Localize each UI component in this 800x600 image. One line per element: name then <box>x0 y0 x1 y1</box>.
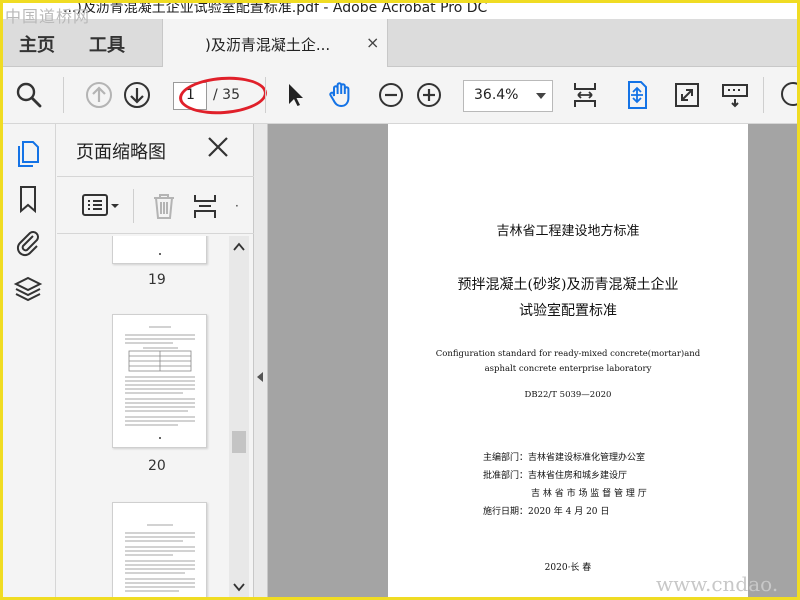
acrobat-window: ...)及沥青混凝土企业试验室配置标准.pdf - Adobe Acrobat … <box>3 3 797 597</box>
scrollbar-thumb[interactable] <box>232 431 246 453</box>
zoom-level-select[interactable]: 36.4% <box>463 80 553 112</box>
doc-org-title: 吉林省工程建设地方标准 <box>496 224 640 239</box>
page-thumbnails-icon[interactable] <box>13 138 43 168</box>
panel-separator <box>133 189 134 223</box>
doc-title-line1: 预拌混凝土(砂浆)及沥青混凝土企业 <box>457 277 679 293</box>
document-tab[interactable]: )及沥青混凝土企... × <box>162 19 388 67</box>
page-size-icon[interactable] <box>191 191 221 221</box>
document-view[interactable]: 吉林省工程建设地方标准 预拌混凝土(砂浆)及沥青混凝土企业 试验室配置标准 Co… <box>254 124 797 597</box>
close-panel-icon[interactable] <box>205 134 231 160</box>
doc-date: 施行日期：2020 年 4 月 20 日 <box>483 507 610 517</box>
pdf-page: 吉林省工程建设地方标准 预拌混凝土(砂浆)及沥青混凝土企业 试验室配置标准 Co… <box>388 124 748 597</box>
red-circle-annotation <box>177 73 269 118</box>
zoom-in-icon[interactable] <box>413 79 445 111</box>
options-menu-icon[interactable] <box>81 191 121 221</box>
scroll-up-icon[interactable] <box>233 242 245 252</box>
watermark-bottom: www.cndao. <box>656 572 779 596</box>
zoom-out-icon[interactable] <box>375 79 407 111</box>
keyboard-icon[interactable] <box>719 79 751 111</box>
doc-dept1: 主编部门：吉林省建设标准化管理办公室 <box>483 453 646 463</box>
close-tab-icon[interactable]: × <box>366 33 379 52</box>
hand-tool-icon[interactable] <box>325 79 357 111</box>
thumbnail-number: 19 <box>148 272 166 288</box>
title-bar: ...)及沥青混凝土企业试验室配置标准.pdf - Adobe Acrobat … <box>3 3 797 19</box>
thumbnail-page-20[interactable] <box>112 314 207 448</box>
panel-toolbar: · <box>57 176 254 234</box>
watermark-top: 中国道桥网 <box>5 7 91 26</box>
search-icon[interactable] <box>13 79 45 111</box>
chevron-down-icon <box>536 93 546 99</box>
toolbar-separator <box>265 77 266 113</box>
thumbnail-page-21[interactable] <box>112 502 207 597</box>
doc-code: DB22/T 5039—2020 <box>524 390 612 400</box>
thumbnail-page-19[interactable] <box>112 236 207 264</box>
doc-title-line2: 试验室配置标准 <box>519 303 617 319</box>
menu-home[interactable]: 主页 <box>19 31 55 57</box>
more-dot-icon[interactable]: · <box>235 199 239 213</box>
thumbnail-number: 20 <box>148 458 166 474</box>
doc-dept3: 吉 林 省 市 场 监 督 管 理 厅 <box>531 489 647 499</box>
panel-collapse-handle[interactable] <box>254 124 268 597</box>
bookmark-icon[interactable] <box>13 184 43 214</box>
scroll-mode-icon[interactable] <box>621 79 653 111</box>
window-title: ...)及沥青混凝土企业试验室配置标准.pdf - Adobe Acrobat … <box>63 3 488 16</box>
zoom-level-value: 36.4% <box>474 87 519 103</box>
toolbar: 1 / 35 36.4% <box>3 67 797 124</box>
comment-icon[interactable] <box>775 79 797 111</box>
trash-icon[interactable] <box>149 191 179 221</box>
thumbnail-list: 19 20 <box>57 236 229 597</box>
thumbnail-scrollbar[interactable] <box>229 236 249 597</box>
previous-page-icon[interactable] <box>83 79 115 111</box>
panel-title: 页面缩略图 <box>76 142 166 163</box>
document-tab-label: )及沥青混凝土企... <box>205 36 331 54</box>
select-cursor-icon[interactable] <box>279 79 311 111</box>
left-rail <box>3 124 56 597</box>
doc-en-line1: Configuration standard for ready-mixed c… <box>435 349 701 359</box>
toolbar-separator <box>763 77 764 113</box>
menu-bar: 主页 工具 )及沥青混凝土企... × <box>3 19 797 67</box>
page-thumbnails-panel: 页面缩略图 · 19 20 <box>57 124 254 597</box>
document-right-gutter <box>748 124 797 597</box>
menu-tools[interactable]: 工具 <box>89 31 125 57</box>
layers-icon[interactable] <box>13 274 43 304</box>
attachment-icon[interactable] <box>13 228 43 258</box>
scroll-down-icon[interactable] <box>233 582 245 592</box>
doc-en-line2: asphalt concrete enterprise laboratory <box>484 364 652 374</box>
full-screen-icon[interactable] <box>671 79 703 111</box>
next-page-icon[interactable] <box>121 79 153 111</box>
fit-page-icon[interactable] <box>569 79 601 111</box>
toolbar-separator <box>63 77 64 113</box>
doc-dept2: 批准部门：吉林省住房和城乡建设厅 <box>483 471 628 481</box>
collapse-left-icon <box>257 372 263 382</box>
